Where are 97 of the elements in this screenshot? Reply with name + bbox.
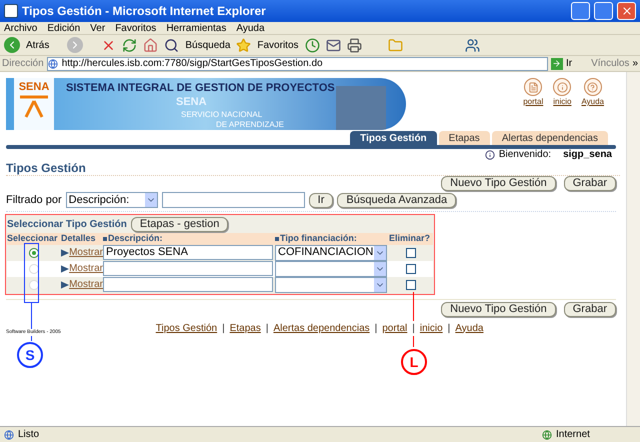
action-button[interactable]: Nuevo Tipo Gestión [441,176,556,191]
go-button[interactable]: Ir [308,192,334,208]
menu-item[interactable]: Archivo [4,20,38,36]
menu-item[interactable]: Edición [47,20,80,36]
banner-title: SISTEMA INTEGRAL DE GESTION DE PROYECTOS [66,82,335,96]
header-link[interactable]: portal [523,96,544,108]
delete-checkbox[interactable] [406,280,416,290]
logo-text: SENA [18,82,50,93]
column-header: Tipo financiación: [280,232,357,245]
banner-subtitle: SENA [176,96,208,110]
round-icon[interactable] [584,78,602,96]
description-input[interactable]: Proyectos SENA [103,245,273,260]
home-icon[interactable] [143,38,158,52]
search-icon[interactable] [164,38,180,52]
separator: | [222,320,225,336]
round-icon[interactable] [524,78,542,96]
address-url: http://hercules.isb.com:7780/sigp/StartGesTiposGestion.do [62,57,323,71]
separator: | [266,320,268,336]
more-chevron[interactable]: » [632,56,638,71]
globe-icon [542,430,552,440]
document-icon [4,4,18,18]
stages-button[interactable]: Etapas - gestion [130,216,228,232]
separator: | [448,320,450,336]
printer-icon[interactable] [346,38,362,52]
zone-label: Internet [556,428,591,442]
separator: | [412,320,415,336]
go-label[interactable]: Ir [566,56,572,71]
mail-icon[interactable] [326,38,341,52]
column-header: Detalles [61,232,96,245]
menu-item[interactable]: Ver [90,20,106,36]
footer-link[interactable]: inicio [420,320,443,336]
address-label: Dirección [2,57,44,71]
address-field[interactable]: http://hercules.isb.com:7780/sigp/StartGesTiposGestion.do [46,56,548,70]
close-button[interactable] [617,2,636,20]
menu-item[interactable]: Ayuda [236,20,265,36]
menu-item[interactable]: Herramientas [166,20,226,36]
info-icon [484,150,495,160]
radio-button[interactable] [29,248,39,258]
required-mark-icon [103,236,107,240]
folder-icon[interactable] [388,38,403,52]
back-label[interactable]: Atrás [26,38,50,52]
table-caption: Seleccionar Tipo Gestión [7,218,127,232]
welcome-label: Bienvenido: [498,149,552,161]
header-link[interactable]: inicio [553,96,572,108]
menu-item[interactable]: Favoritos [115,20,156,36]
page-icon [48,58,58,68]
column-header: Eliminar? [389,232,430,245]
user-name: sigp_sena [563,149,612,161]
tab[interactable]: Alertas dependencias [492,131,608,145]
people-icon[interactable] [464,38,480,52]
filter-label: Filtrado por [6,193,62,208]
details-link[interactable]: Mostrar [69,277,103,292]
action-button[interactable]: Grabar [564,302,616,316]
action-button[interactable]: Nuevo Tipo Gestión [441,302,556,316]
filter-select[interactable]: Descripción: [66,192,158,208]
close-icon [620,5,632,17]
round-icon[interactable] [553,78,572,96]
header-link[interactable]: Ayuda [581,96,604,108]
restore-button[interactable] [594,2,613,20]
footer-link[interactable]: Alertas dependencias [273,320,370,336]
required-mark-icon [275,236,279,240]
photo-placeholder [336,86,386,130]
footer-link[interactable]: Ayuda [455,320,484,336]
column-header: Descripción: [108,232,163,245]
financing-select[interactable] [275,260,387,276]
star-icon[interactable] [236,38,252,52]
window-title: Tipos Gestión - Microsoft Internet Explorer [22,3,267,20]
separator: | [374,320,378,336]
refresh-icon[interactable] [122,38,138,52]
footer-link[interactable]: portal [382,320,408,336]
delete-checkbox[interactable] [406,248,416,258]
links-label[interactable]: Vínculos [591,56,630,71]
details-link[interactable]: Mostrar [69,245,103,260]
favorites-label[interactable]: Favoritos [257,38,299,52]
tab[interactable]: Tipos Gestión [350,131,437,145]
description-input[interactable] [103,277,273,292]
column-header: Seleccionar [7,232,58,245]
banner-line: SERVICIO NACIONAL [181,110,264,120]
advanced-search-button[interactable]: Búsqueda Avanzada [337,192,456,208]
footer-link[interactable]: Tipos Gestión [156,320,218,336]
minimize-button[interactable] [571,2,590,20]
status-text: Listo [18,428,40,442]
logo-figure-icon [18,93,50,119]
clock-icon[interactable] [304,38,320,52]
financing-select[interactable] [275,276,387,292]
back-icon[interactable] [4,37,20,53]
annotation-marker: L [401,349,427,375]
action-button[interactable]: Grabar [564,176,616,191]
annotation-marker: S [17,342,43,368]
banner-line: DE APRENDIZAJE [216,120,286,130]
description-input[interactable] [103,261,273,276]
financing-select[interactable]: COFINANCIACION [275,244,387,260]
search-label[interactable]: Búsqueda [185,38,230,52]
delete-checkbox[interactable] [406,264,416,274]
tab[interactable]: Etapas [438,131,490,145]
filter-input[interactable] [162,192,305,208]
page-icon [4,430,14,440]
